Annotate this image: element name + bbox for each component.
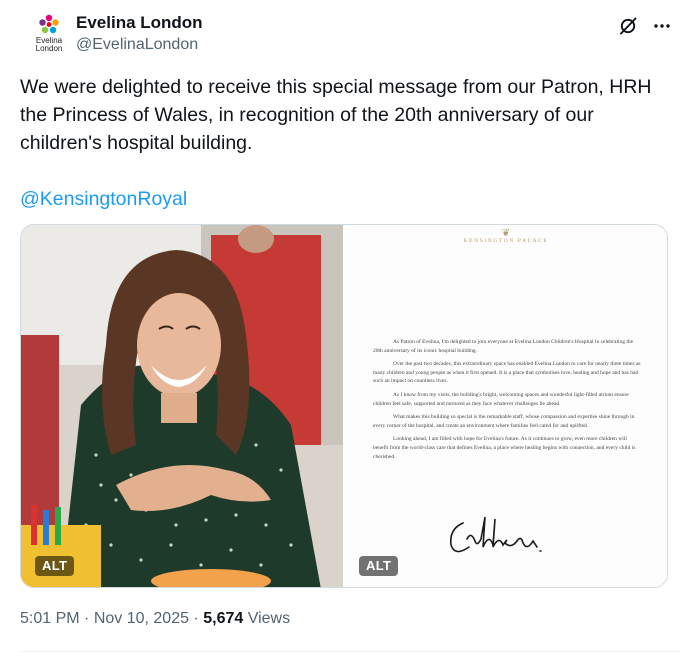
post-date[interactable]: Nov 10, 2025 [94,610,189,627]
tweet-meta: 5:01 PM · Nov 10, 2025 · 5,674 Views [20,609,290,629]
letter-paragraph: What makes this building so special is t… [373,414,635,429]
author-names: Evelina London @EvelinaLondon [76,12,203,56]
photo-alt-badge[interactable]: ALT [35,556,75,576]
handle[interactable]: @EvelinaLondon [76,34,203,56]
views-label: Views [243,610,291,627]
letter-paragraph: Looking ahead, I am filled with hope for… [373,436,636,460]
avatar[interactable]: Evelina London [26,14,72,60]
divider [20,651,680,652]
letter-paragraph: As I know from my visits, the building's… [373,391,629,407]
mention-link[interactable]: @KensingtonRoyal [20,185,187,213]
letter-paragraph: As Patron of Evelina, I'm delighted to j… [373,339,634,354]
letter-image[interactable]: ❦ KENSINGTON PALACE As Patron of Evelina… [343,225,667,587]
display-name[interactable]: Evelina London [76,12,203,34]
header-actions [618,16,672,36]
more-icon[interactable] [652,16,672,36]
signature-image [445,511,555,566]
meta-separator: · [79,610,94,627]
meta-separator: · [189,610,204,627]
tweet-text: We were delighted to receive this specia… [20,76,652,154]
tweet-card: Evelina London Evelina London @EvelinaLo… [0,0,700,663]
letter-paragraph: Over the past two decades, this extraord… [373,361,641,385]
tweet-header: Evelina London Evelina London @EvelinaLo… [20,10,680,60]
views-count[interactable]: 5,674 [203,610,243,627]
photo-image[interactable]: ALT [21,225,343,587]
post-time[interactable]: 5:01 PM [20,610,80,627]
evelina-logo-icon [39,14,59,34]
letter-heading: KENSINGTON PALACE [463,238,549,244]
media-grid: ALT ❦ KENSINGTON PALACE As Patron of Eve… [20,224,668,588]
photo-illustration [21,225,343,587]
letter-body: As Patron of Evelina, I'm delighted to j… [373,338,641,466]
letter-alt-badge[interactable]: ALT [359,556,399,576]
grok-icon[interactable] [618,16,638,36]
avatar-wordmark: Evelina London [35,36,63,53]
